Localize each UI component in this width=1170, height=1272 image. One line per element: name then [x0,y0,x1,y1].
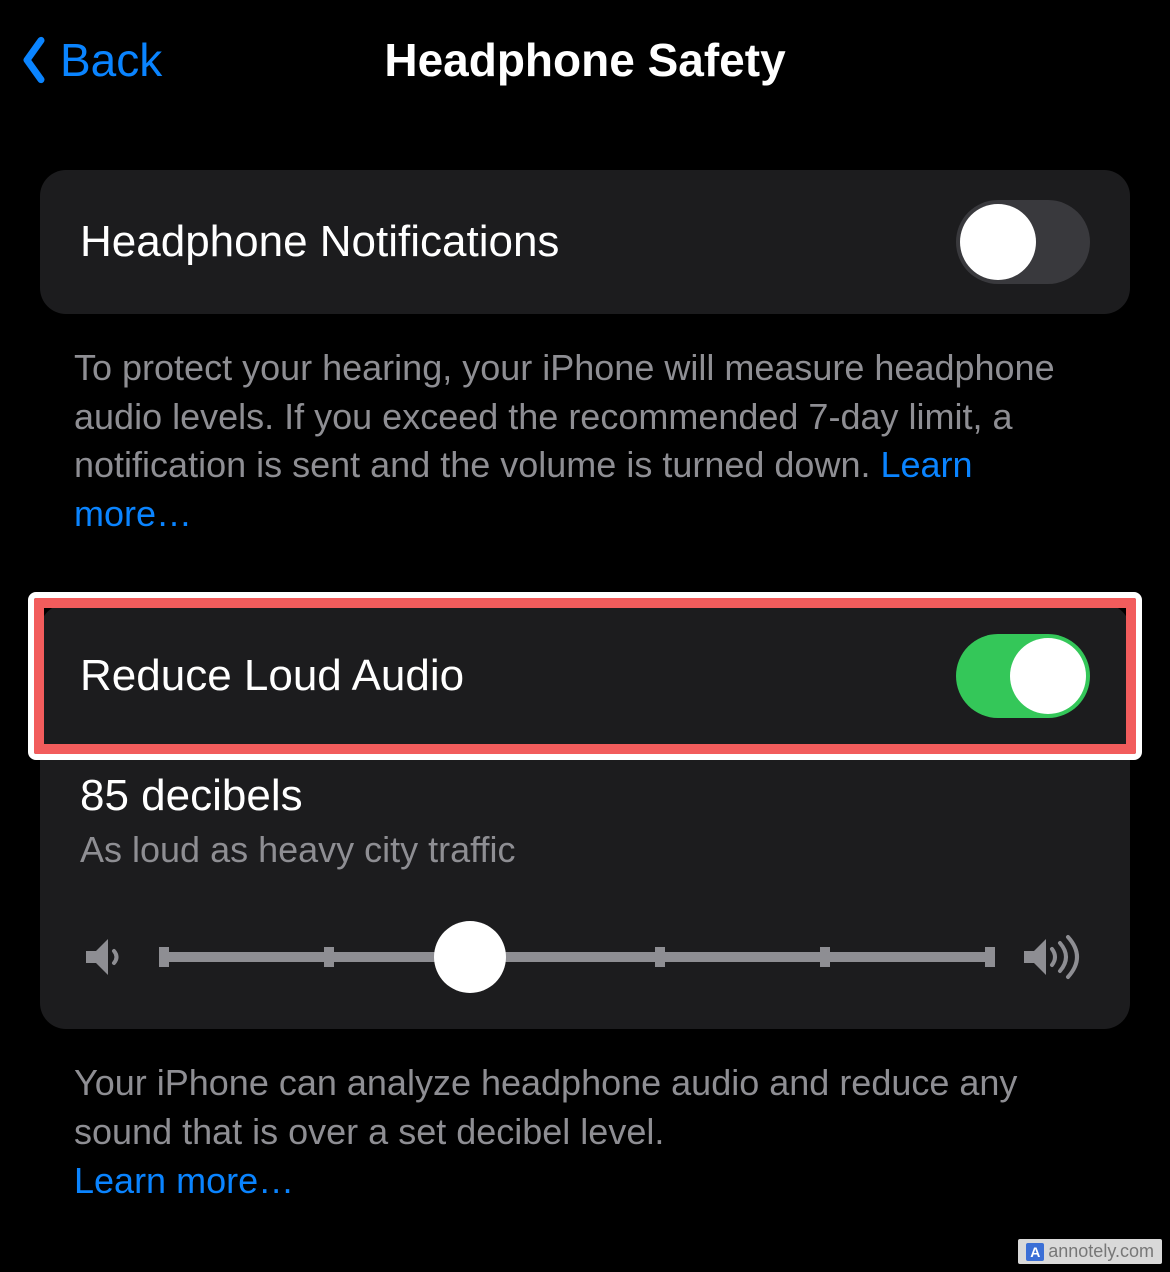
headphone-notifications-description: To protect your hearing, your iPhone wil… [74,344,1096,538]
reduce-loud-audio-toggle[interactable] [956,634,1090,718]
decibel-slider-row [80,925,1090,989]
reduce-loud-audio-group: Reduce Loud Audio 85 decibels As loud as… [40,604,1130,1029]
back-button[interactable]: Back [20,0,162,120]
reduce-loud-audio-label: Reduce Loud Audio [80,651,464,701]
slider-tick [324,947,334,967]
reduce-loud-audio-description: Your iPhone can analyze headphone audio … [74,1059,1096,1205]
slider-tick [655,947,665,967]
slider-track [164,952,990,962]
settings-header: Back Headphone Safety [0,0,1170,120]
reduce-loud-audio-row[interactable]: Reduce Loud Audio [40,604,1130,748]
decibel-value: 85 decibels [80,771,1090,821]
back-label: Back [60,33,162,87]
reduce-loud-audio-description-text: Your iPhone can analyze headphone audio … [74,1062,1017,1152]
decibel-comparison: As loud as heavy city traffic [80,829,1090,871]
decibel-slider[interactable] [164,925,990,989]
learn-more-link[interactable]: Learn more… [74,1160,294,1201]
toggle-knob [1010,638,1086,714]
toggle-knob [960,204,1036,280]
headphone-notifications-toggle[interactable] [956,200,1090,284]
watermark-logo-icon: A [1026,1243,1044,1261]
headphone-notifications-label: Headphone Notifications [80,217,559,267]
volume-high-icon [1018,933,1090,981]
decibel-section: 85 decibels As loud as heavy city traffi… [40,749,1130,1029]
slider-thumb[interactable] [434,921,506,993]
watermark: A annotely.com [1018,1239,1162,1264]
slider-tick [985,947,995,967]
slider-tick [820,947,830,967]
volume-low-icon [80,933,136,981]
headphone-notifications-group: Headphone Notifications [40,170,1130,314]
slider-tick [159,947,169,967]
chevron-left-icon [20,36,48,84]
headphone-notifications-row[interactable]: Headphone Notifications [40,170,1130,314]
watermark-text: annotely.com [1048,1241,1154,1262]
page-title: Headphone Safety [384,33,785,87]
